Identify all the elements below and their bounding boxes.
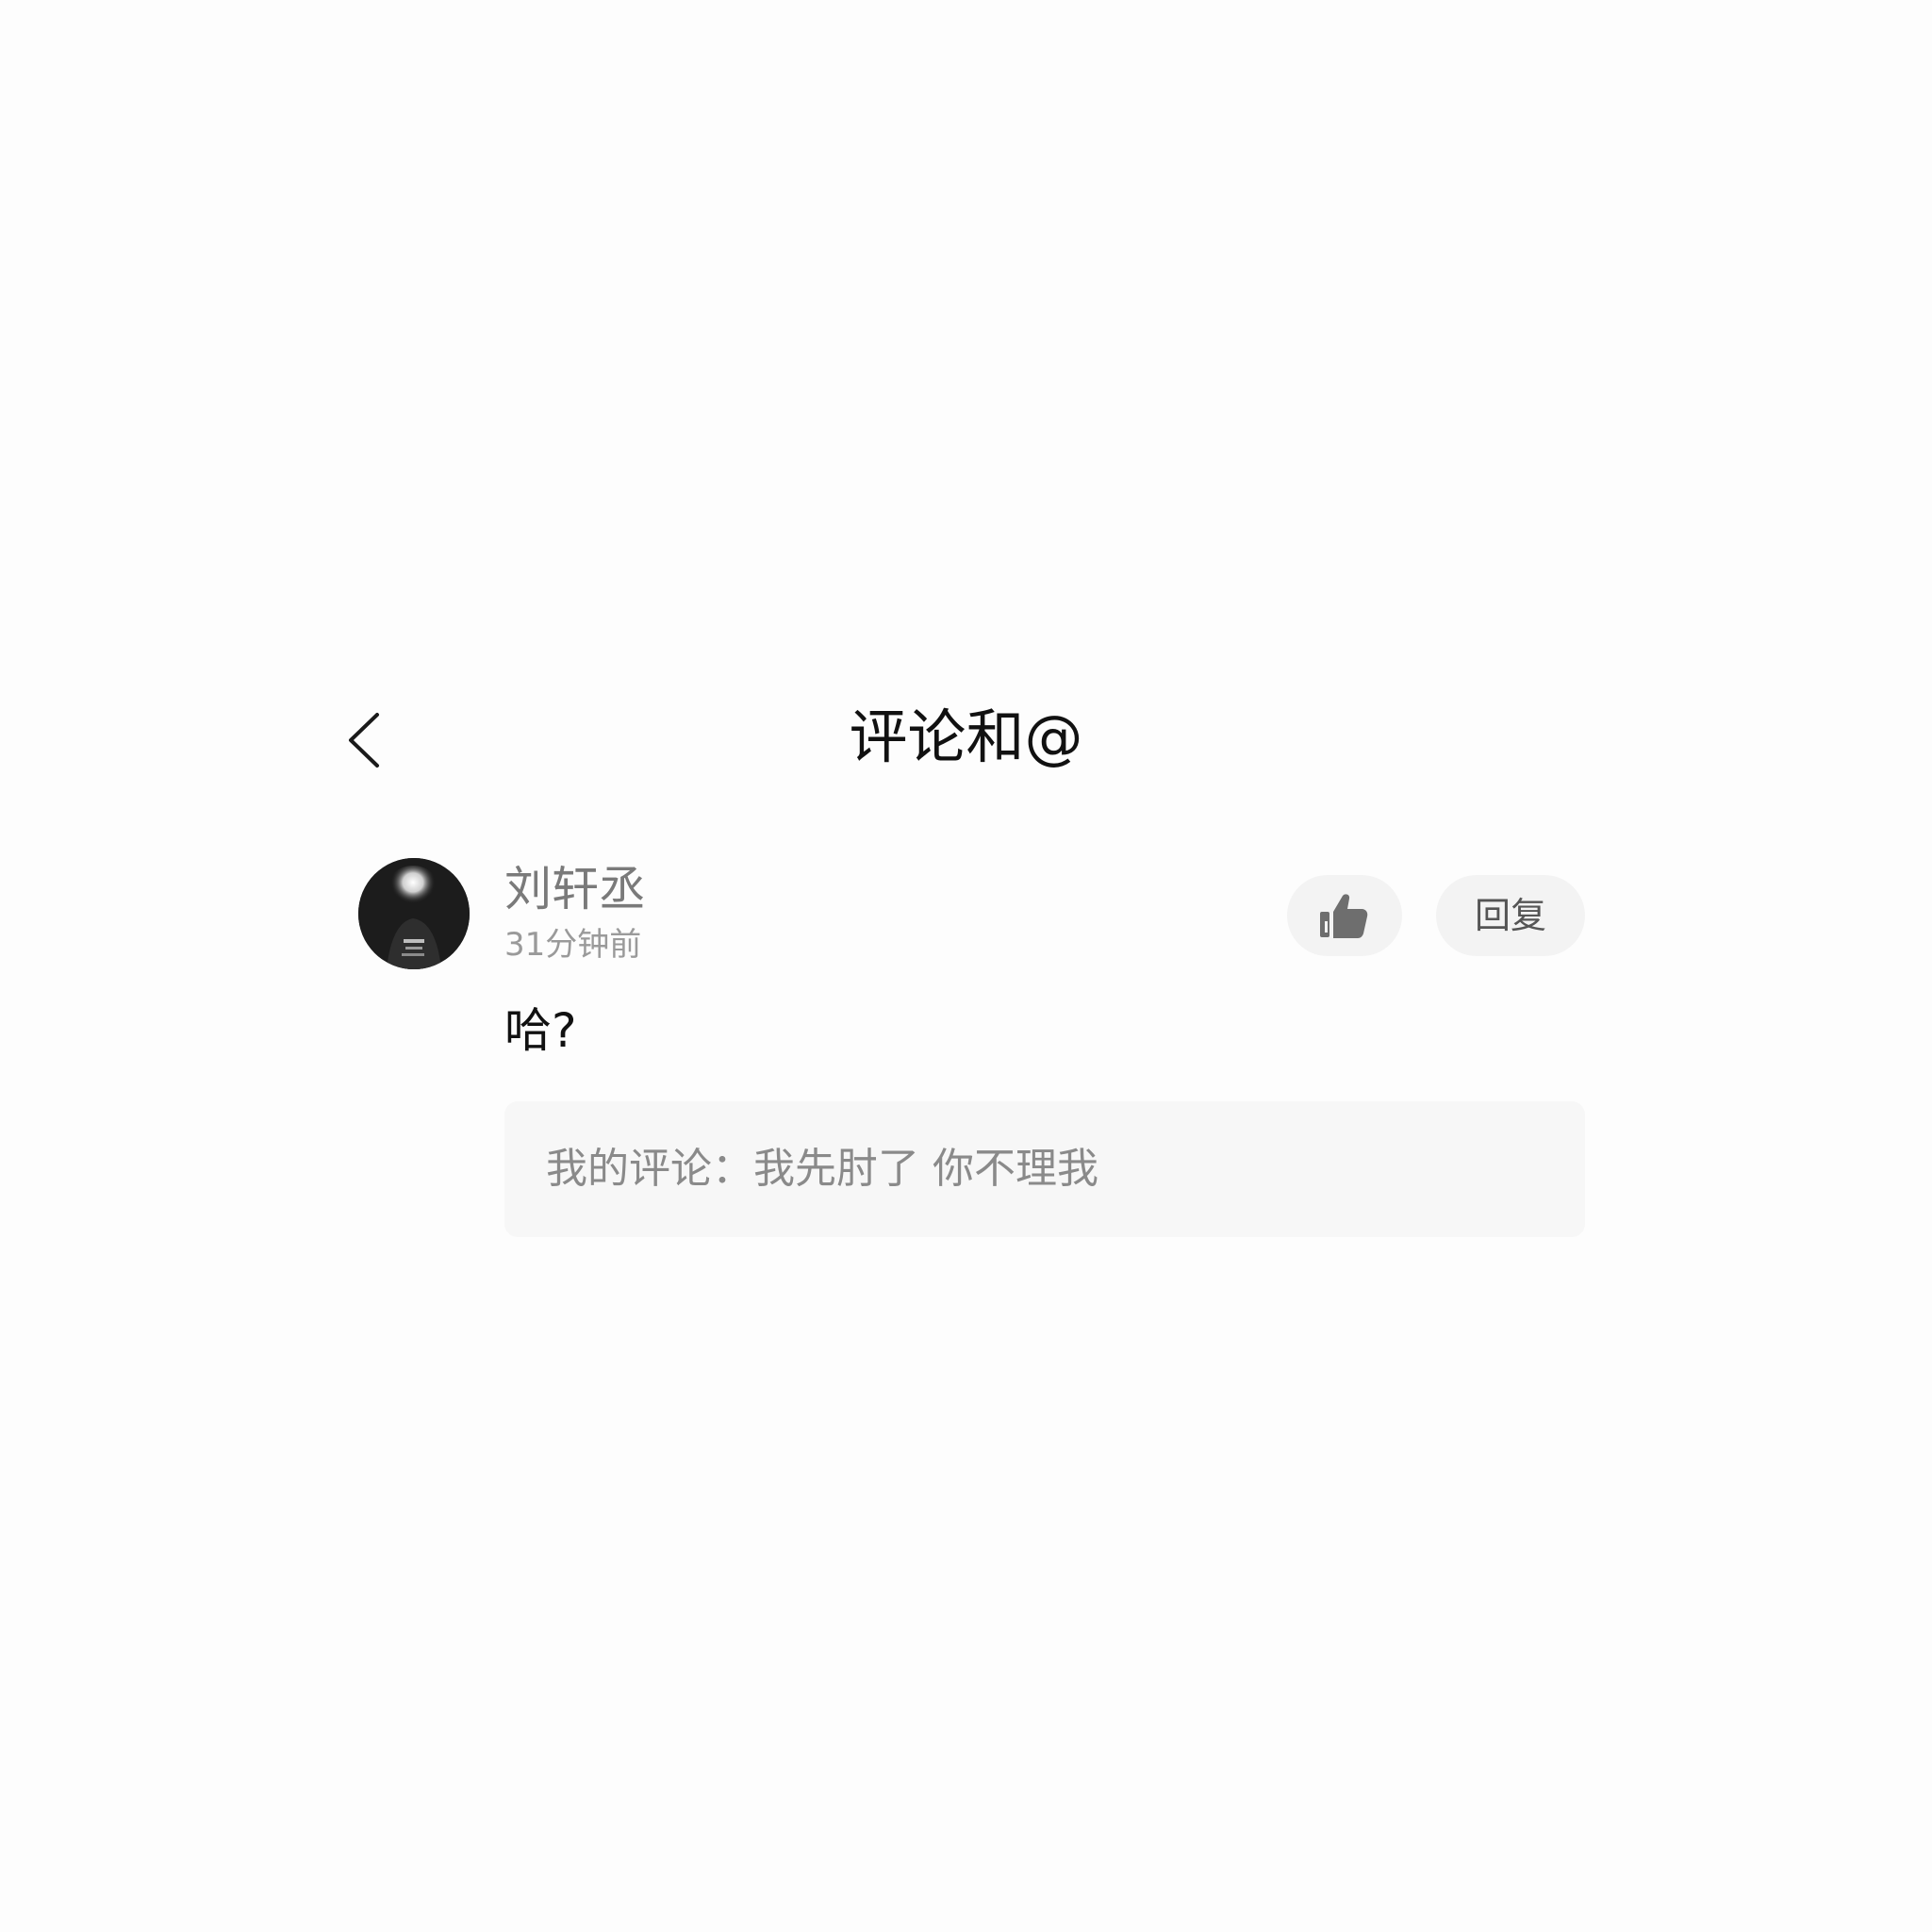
thumbs-up-icon [1317, 890, 1370, 943]
header-bar: 评论和@ [0, 688, 1932, 792]
my-comment-quote[interactable]: 我的评论：我先肘了 你不理我 [504, 1101, 1585, 1237]
comment-item: 刘轩丞 31分钟前 回复 哈? 我的评论：我先肘了 你不理我 [358, 858, 1585, 1254]
like-button[interactable] [1287, 875, 1402, 956]
page-title: 评论和@ [849, 702, 1083, 771]
reply-button[interactable]: 回复 [1436, 875, 1585, 956]
comments-screen: 评论和@ 刘轩丞 31分钟前 回复 哈? 我的评论：我先肘了 你不理我 [0, 0, 1932, 1932]
timestamp: 31分钟前 [504, 926, 642, 964]
my-comment-text: 我的评论：我先肘了 你不理我 [546, 1145, 1098, 1193]
avatar[interactable] [358, 858, 470, 969]
username[interactable]: 刘轩丞 [504, 858, 646, 920]
comment-text: 哈? [504, 1003, 577, 1058]
